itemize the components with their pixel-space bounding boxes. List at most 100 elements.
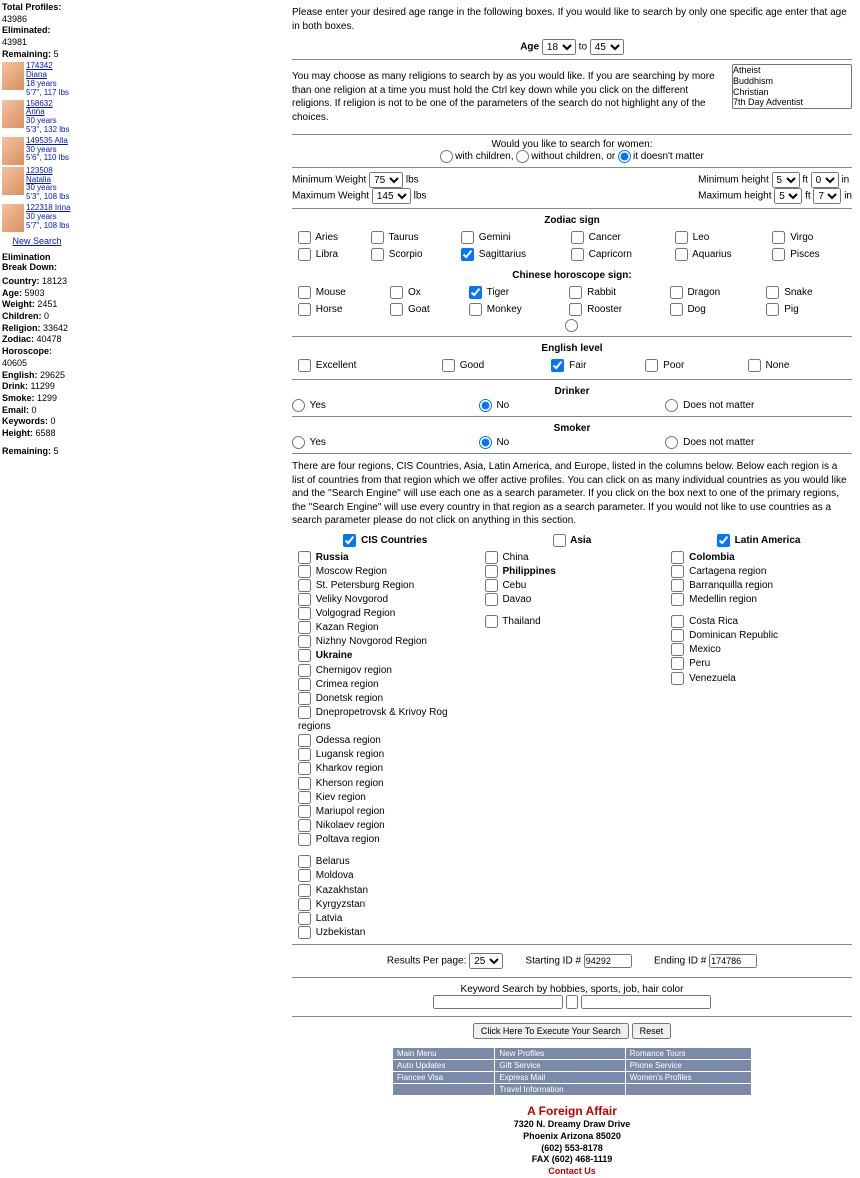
kherson-region-checkbox[interactable] xyxy=(298,777,311,790)
virgo-checkbox[interactable] xyxy=(772,231,785,244)
barranquilla-region-checkbox[interactable] xyxy=(671,579,684,592)
nav-auto-updates[interactable]: Auto Updates xyxy=(397,1061,445,1070)
lugansk-region-checkbox[interactable] xyxy=(298,748,311,761)
good-checkbox[interactable] xyxy=(442,359,455,372)
min-height-ft-select[interactable]: 5 xyxy=(772,172,800,188)
asia-region-checkbox[interactable] xyxy=(553,534,566,547)
poor-checkbox[interactable] xyxy=(645,359,658,372)
taurus-checkbox[interactable] xyxy=(371,231,384,244)
tiger-checkbox[interactable] xyxy=(469,286,482,299)
min-weight-select[interactable]: 75 xyxy=(369,172,403,188)
cis-countries-region-checkbox[interactable] xyxy=(343,534,356,547)
aquarius-checkbox[interactable] xyxy=(675,248,688,261)
moscow-region-checkbox[interactable] xyxy=(298,565,311,578)
ox-checkbox[interactable] xyxy=(390,286,403,299)
china-checkbox[interactable] xyxy=(485,551,498,564)
rabbit-checkbox[interactable] xyxy=(569,286,582,299)
nikolaev-region-checkbox[interactable] xyxy=(298,819,311,832)
nav-travel-information[interactable]: Travel Information xyxy=(499,1085,563,1094)
cancer-checkbox[interactable] xyxy=(571,231,584,244)
keyword-input-2[interactable] xyxy=(581,995,711,1009)
scorpio-checkbox[interactable] xyxy=(371,248,384,261)
dnepropetrovsk-krivoy-rog-regions-checkbox[interactable] xyxy=(298,706,311,719)
costa-rica-checkbox[interactable] xyxy=(671,615,684,628)
kiev-region-checkbox[interactable] xyxy=(298,791,311,804)
snake-checkbox[interactable] xyxy=(766,286,779,299)
nav-main-menu[interactable]: Main Menu xyxy=(397,1049,437,1058)
nav-romance-tours[interactable]: Romance Tours xyxy=(630,1049,686,1058)
volgograd-region-checkbox[interactable] xyxy=(298,607,311,620)
kazakhstan-checkbox[interactable] xyxy=(298,884,311,897)
religion-select[interactable]: AtheistBuddhismChristian7th Day Adventis… xyxy=(732,64,852,109)
with-children-radio[interactable] xyxy=(440,150,453,163)
russia-checkbox[interactable] xyxy=(298,551,311,564)
profile-thumb[interactable] xyxy=(2,62,24,90)
latvia-checkbox[interactable] xyxy=(298,912,311,925)
excellent-checkbox[interactable] xyxy=(298,359,311,372)
age-to-select[interactable]: 45 xyxy=(590,39,624,55)
ending-id-input[interactable] xyxy=(709,954,757,968)
ukraine-checkbox[interactable] xyxy=(298,649,311,662)
contact-us-link[interactable]: Contact Us xyxy=(292,1166,852,1178)
latin-america-region-checkbox[interactable] xyxy=(717,534,730,547)
cartagena-region-checkbox[interactable] xyxy=(671,565,684,578)
st-petersburg-region-checkbox[interactable] xyxy=(298,579,311,592)
profile-item[interactable]: 174342 Diana18 years5'7", 117 lbs xyxy=(2,62,72,97)
aries-checkbox[interactable] xyxy=(298,231,311,244)
belarus-checkbox[interactable] xyxy=(298,855,311,868)
min-height-in-select[interactable]: 0 xyxy=(811,172,839,188)
kazan-region-checkbox[interactable] xyxy=(298,621,311,634)
profile-thumb[interactable] xyxy=(2,100,24,128)
nizhny-novgorod-region-checkbox[interactable] xyxy=(298,635,311,648)
goat-checkbox[interactable] xyxy=(390,303,403,316)
davao-checkbox[interactable] xyxy=(485,593,498,606)
libra-checkbox[interactable] xyxy=(298,248,311,261)
nav-gift-service[interactable]: Gift Service xyxy=(499,1061,540,1070)
colombia-checkbox[interactable] xyxy=(671,551,684,564)
fair-checkbox[interactable] xyxy=(551,359,564,372)
rooster-checkbox[interactable] xyxy=(569,303,582,316)
pig-checkbox[interactable] xyxy=(766,303,779,316)
max-weight-select[interactable]: 145 xyxy=(372,188,411,204)
profile-thumb[interactable] xyxy=(2,204,24,232)
cebu-checkbox[interactable] xyxy=(485,579,498,592)
capricorn-checkbox[interactable] xyxy=(571,248,584,261)
kharkov-region-checkbox[interactable] xyxy=(298,762,311,775)
new-search-link[interactable]: New Search xyxy=(2,236,72,246)
nav-express-mail[interactable]: Express Mail xyxy=(499,1073,545,1082)
nav-women-s-profiles[interactable]: Women's Profiles xyxy=(630,1073,692,1082)
doesnt-matter-children-radio[interactable] xyxy=(618,150,631,163)
max-height-ft-select[interactable]: 5 xyxy=(774,188,802,204)
smoker-yes-radio[interactable] xyxy=(292,436,305,449)
nav-new-profiles[interactable]: New Profiles xyxy=(499,1049,544,1058)
poltava-region-checkbox[interactable] xyxy=(298,833,311,846)
none-checkbox[interactable] xyxy=(748,359,761,372)
dog-checkbox[interactable] xyxy=(670,303,683,316)
kyrgyzstan-checkbox[interactable] xyxy=(298,898,311,911)
starting-id-input[interactable] xyxy=(584,954,632,968)
smoker-dnm-radio[interactable] xyxy=(665,436,678,449)
nav-phone-service[interactable]: Phone Service xyxy=(630,1061,682,1070)
medellin-region-checkbox[interactable] xyxy=(671,593,684,606)
drinker-no-radio[interactable] xyxy=(479,399,492,412)
profile-thumb[interactable] xyxy=(2,167,24,195)
venezuela-checkbox[interactable] xyxy=(671,672,684,685)
donetsk-region-checkbox[interactable] xyxy=(298,692,311,705)
gemini-checkbox[interactable] xyxy=(461,231,474,244)
rpp-select[interactable]: 25 xyxy=(469,953,503,969)
profile-thumb[interactable] xyxy=(2,137,24,165)
peru-checkbox[interactable] xyxy=(671,657,684,670)
drinker-dnm-radio[interactable] xyxy=(665,399,678,412)
profile-item[interactable]: 149535 Alla30 years5'6", 110 lbs xyxy=(2,137,72,165)
dominican-republic-checkbox[interactable] xyxy=(671,629,684,642)
keyword-input-1[interactable] xyxy=(433,995,563,1009)
uzbekistan-checkbox[interactable] xyxy=(298,926,311,939)
philippines-checkbox[interactable] xyxy=(485,565,498,578)
execute-search-button[interactable] xyxy=(473,1023,629,1039)
sagittarius-checkbox[interactable] xyxy=(461,248,474,261)
horse-checkbox[interactable] xyxy=(298,303,311,316)
chernigov-region-checkbox[interactable] xyxy=(298,664,311,677)
veliky-novgorod-checkbox[interactable] xyxy=(298,593,311,606)
profile-item[interactable]: 122318 Irina30 years5'7", 108 lbs xyxy=(2,204,72,232)
pisces-checkbox[interactable] xyxy=(772,248,785,261)
